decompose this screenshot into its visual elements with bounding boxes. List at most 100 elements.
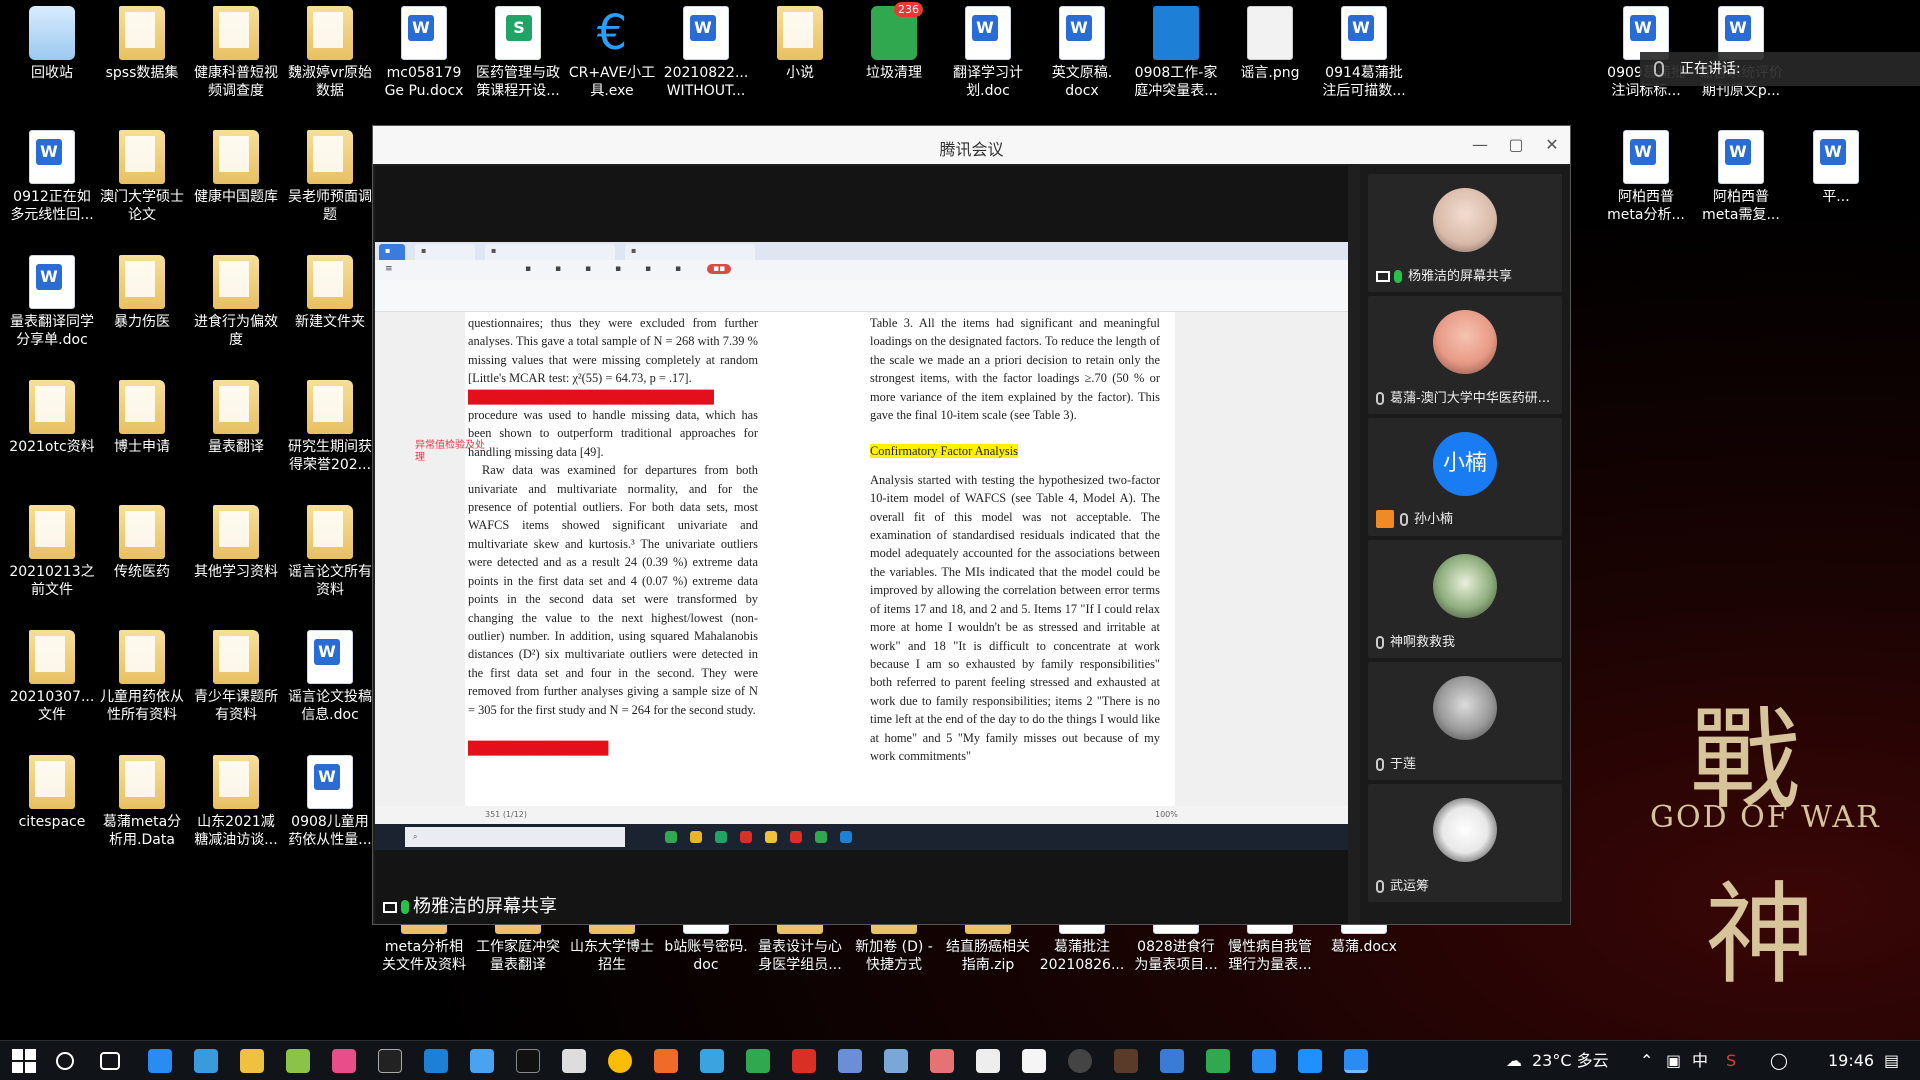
desktop-icon[interactable]: 青少年课题所 有资料: [190, 630, 282, 724]
desktop-icon[interactable]: 0908儿童用 药依从性量...: [284, 755, 376, 849]
screen-share-area[interactable]: ▪ ▪ ▪ ▪ ≡ ▪ ▪ ▪ ▪ ▪ ▪ ▪▪ questionnaires;…: [375, 166, 1348, 924]
taskbar-app-icon[interactable]: [884, 1049, 908, 1073]
desktop-icon[interactable]: 传统医药: [96, 505, 188, 581]
taskbar-app-icon[interactable]: [1114, 1049, 1138, 1073]
taskbar-app-icon[interactable]: [792, 1049, 816, 1073]
desktop-icon[interactable]: 谣言论文投稿 信息.doc: [284, 630, 376, 724]
taskbar-app-icon[interactable]: [562, 1049, 586, 1073]
folder-icon[interactable]: [240, 1049, 264, 1073]
desktop-icon[interactable]: 2021otc资料: [6, 380, 98, 456]
folder-icon: [119, 255, 165, 309]
taskbar-app-icon[interactable]: [930, 1049, 954, 1073]
chrome-icon[interactable]: [608, 1049, 632, 1073]
input-method-icon[interactable]: 中: [1692, 1041, 1708, 1080]
desktop-icon[interactable]: mc058179 Ge Pu.docx: [378, 6, 470, 100]
desktop-icon[interactable]: 谣言论文所有 资料: [284, 505, 376, 599]
participant-list[interactable]: 杨雅洁的屏幕共享 葛蒲-澳门大学中华医药研... 小楠 孙小楠 神啊救救我 于莲…: [1360, 166, 1570, 924]
desktop-icon[interactable]: 回收站: [6, 6, 98, 82]
document-tabs: ▪ ▪ ▪ ▪: [375, 242, 1348, 260]
taskbar-app-icon[interactable]: [1068, 1049, 1092, 1073]
taskbar-app-icon[interactable]: [332, 1049, 356, 1073]
desktop-icon[interactable]: 0912正在如 多元线性回...: [6, 130, 98, 224]
taskbar-app-icon[interactable]: [976, 1049, 1000, 1073]
desktop-icon[interactable]: 健康中国题库: [190, 130, 282, 206]
desktop-icon[interactable]: 吴老师预面调 题: [284, 130, 376, 224]
taskbar-app-icon[interactable]: [1022, 1049, 1046, 1073]
desktop-icon[interactable]: citespace: [6, 755, 98, 831]
taskbar-app-icon[interactable]: [194, 1049, 218, 1073]
desktop-icon[interactable]: 20210822... WITHOUT...: [660, 6, 752, 100]
participant-card[interactable]: 葛蒲-澳门大学中华医药研...: [1368, 296, 1562, 414]
taskbar-app-icon[interactable]: [1206, 1049, 1230, 1073]
participant-card[interactable]: 神啊救救我: [1368, 540, 1562, 658]
desktop-icon[interactable]: 20210213之 前文件: [6, 505, 98, 599]
window-titlebar[interactable]: 腾讯会议 — ▢ ✕: [373, 126, 1570, 164]
desktop-icon-label: 山东2021减 糖减油访谈...: [194, 814, 278, 848]
desktop-icon-label: 谣言论文所有 资料: [288, 564, 372, 598]
start-button[interactable]: [12, 1049, 36, 1073]
desktop-icon[interactable]: 量表翻译同学 分享单.doc: [6, 255, 98, 349]
participant-card[interactable]: 杨雅洁的屏幕共享: [1368, 174, 1562, 292]
taskbar-app-icon[interactable]: [424, 1049, 448, 1073]
participant-card[interactable]: 于莲: [1368, 662, 1562, 780]
tray-icon[interactable]: ▣: [1666, 1041, 1681, 1080]
desktop-icon[interactable]: 小说: [754, 6, 846, 82]
desktop-icon[interactable]: 谣言.png: [1224, 6, 1316, 82]
desktop-icon[interactable]: 澳门大学硕士 论文: [96, 130, 188, 224]
task-view-icon[interactable]: [100, 1052, 120, 1070]
participant-card[interactable]: 武运筹: [1368, 784, 1562, 902]
desktop-icon[interactable]: 236 垃圾清理: [848, 2, 940, 82]
desktop-icon[interactable]: 翻译学习计 划.doc: [942, 6, 1034, 100]
taskbar-app-icon[interactable]: [378, 1049, 402, 1073]
taskbar-app-icon[interactable]: [1252, 1049, 1276, 1073]
taskbar-app-icon[interactable]: [470, 1049, 494, 1073]
tencent-meeting-taskbar-icon[interactable]: [1344, 1049, 1368, 1073]
desktop-icon[interactable]: 儿童用药依从 性所有资料: [96, 630, 188, 724]
right-para-1: Table 3. All the items had significant a…: [870, 316, 1160, 423]
close-button[interactable]: ✕: [1538, 132, 1566, 158]
desktop-icon[interactable]: 暴力伤医: [96, 255, 188, 331]
taskbar-app-icon[interactable]: [838, 1049, 862, 1073]
desktop-icon[interactable]: 山东2021减 糖减油访谈...: [190, 755, 282, 849]
desktop-icon[interactable]: 阿柏西普 meta需复...: [1695, 130, 1787, 224]
desktop-icon[interactable]: € CR+AVE小工 具.exe: [566, 6, 658, 100]
tray-expand-icon[interactable]: ⌃: [1640, 1041, 1653, 1080]
desktop-icon[interactable]: 20210307... 文件: [6, 630, 98, 724]
desktop-icon[interactable]: 博士申请: [96, 380, 188, 456]
folder-icon: [119, 130, 165, 184]
weather-text[interactable]: 23°C 多云: [1532, 1041, 1609, 1080]
taskbar-app-icon[interactable]: [286, 1049, 310, 1073]
clock[interactable]: 19:46: [1828, 1041, 1874, 1080]
taskbar-app-icon[interactable]: [148, 1049, 172, 1073]
desktop-icon[interactable]: 葛蒲meta分 析用.Data: [96, 755, 188, 849]
taskbar-app-icon[interactable]: [746, 1049, 770, 1073]
taskbar-app-icon[interactable]: [654, 1049, 678, 1073]
desktop-icon[interactable]: 阿柏西普 meta分析...: [1600, 130, 1692, 224]
desktop-icon[interactable]: 0914葛蒲批 注后可描数...: [1318, 6, 1410, 100]
desktop-icon[interactable]: 英文原稿. docx: [1036, 6, 1128, 100]
tencent-meeting-window[interactable]: 腾讯会议 — ▢ ✕ ▪ ▪ ▪ ▪ ≡ ▪ ▪ ▪ ▪ ▪ ▪ ▪▪ ques…: [372, 125, 1571, 925]
desktop-icon[interactable]: 新建文件夹: [284, 255, 376, 331]
desktop-icon[interactable]: 医药管理与政 策课程开设...: [472, 6, 564, 100]
desktop-icon[interactable]: 量表翻译: [190, 380, 282, 456]
participant-card[interactable]: 小楠 孙小楠: [1368, 418, 1562, 536]
tray-icon[interactable]: S: [1726, 1041, 1736, 1080]
taskbar-app-icon[interactable]: [700, 1049, 724, 1073]
weather-icon[interactable]: ☁: [1506, 1041, 1522, 1080]
desktop-icon[interactable]: 其他学习资料: [190, 505, 282, 581]
desktop-icon[interactable]: 健康科普短视 频调查度: [190, 6, 282, 100]
search-icon[interactable]: [56, 1052, 74, 1070]
notification-icon[interactable]: ▤: [1884, 1041, 1899, 1080]
desktop-icon[interactable]: 研究生期间获 得荣誉202...: [284, 380, 376, 474]
qq-icon[interactable]: [516, 1049, 540, 1073]
taskbar-app-icon[interactable]: [1160, 1049, 1184, 1073]
tray-icon[interactable]: ◯: [1770, 1041, 1788, 1080]
desktop-icon[interactable]: spss数据集: [96, 6, 188, 82]
desktop-icon[interactable]: 进食行为偏效 度: [190, 255, 282, 349]
desktop-icon[interactable]: 魏淑婷vr原始 数据: [284, 6, 376, 100]
desktop-icon[interactable]: 0908工作-家 庭冲突量表...: [1130, 6, 1222, 100]
desktop-icon[interactable]: 平...: [1790, 130, 1882, 206]
taskbar-app-icon[interactable]: [1298, 1049, 1322, 1073]
maximize-button[interactable]: ▢: [1502, 132, 1530, 158]
minimize-button[interactable]: —: [1466, 132, 1494, 158]
